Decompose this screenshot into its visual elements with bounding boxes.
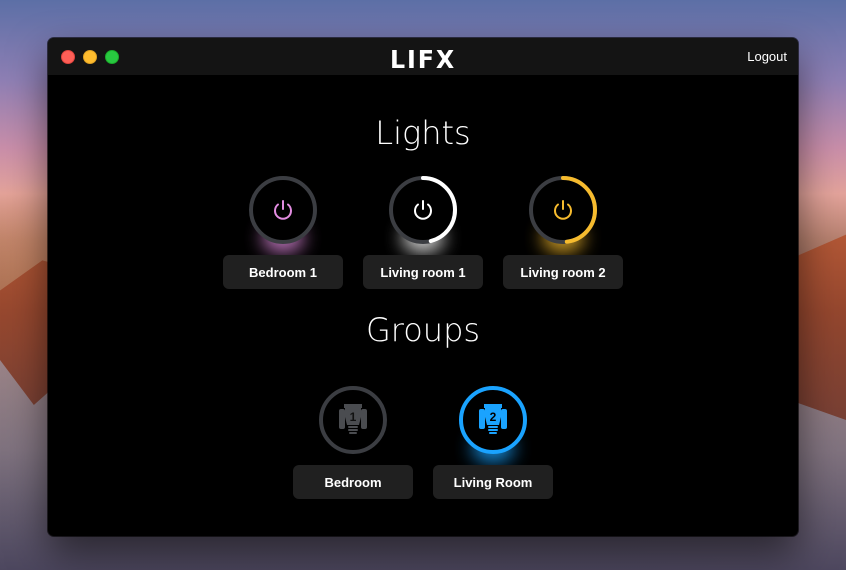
- group-ring: 1: [319, 386, 387, 454]
- light-ring: [529, 176, 597, 244]
- group-card-bedroom[interactable]: 1 Bedroom: [293, 385, 413, 499]
- light-ring: [389, 176, 457, 244]
- light-toggle[interactable]: [528, 175, 598, 253]
- light-label[interactable]: Living room 1: [363, 255, 483, 289]
- brand-logo: LIFX: [389, 45, 457, 74]
- group-ring: 2: [459, 386, 527, 454]
- group-number: 1: [350, 410, 357, 424]
- group-toggle[interactable]: 1: [318, 385, 388, 455]
- group-number: 2: [490, 410, 497, 424]
- light-card-bedroom-1[interactable]: Bedroom 1: [223, 175, 343, 289]
- title-bar: LIFX Logout: [48, 38, 798, 75]
- lights-heading: Lights: [375, 114, 471, 152]
- light-toggle[interactable]: [248, 175, 318, 253]
- groups-heading: Groups: [365, 311, 481, 349]
- group-card-living-room[interactable]: 2 Living Room: [433, 385, 553, 499]
- light-ring: [249, 176, 317, 244]
- group-label[interactable]: Bedroom: [293, 465, 413, 499]
- light-card-living-room-2[interactable]: Living room 2: [503, 175, 623, 289]
- app-window: LIFX Logout Lights Bedroom 1 Living room…: [48, 38, 798, 536]
- group-toggle[interactable]: 2: [458, 385, 528, 463]
- logout-button[interactable]: Logout: [747, 49, 787, 64]
- light-label[interactable]: Living room 2: [503, 255, 623, 289]
- group-label[interactable]: Living Room: [433, 465, 553, 499]
- light-toggle[interactable]: [388, 175, 458, 253]
- light-card-living-room-1[interactable]: Living room 1: [363, 175, 483, 289]
- light-label[interactable]: Bedroom 1: [223, 255, 343, 289]
